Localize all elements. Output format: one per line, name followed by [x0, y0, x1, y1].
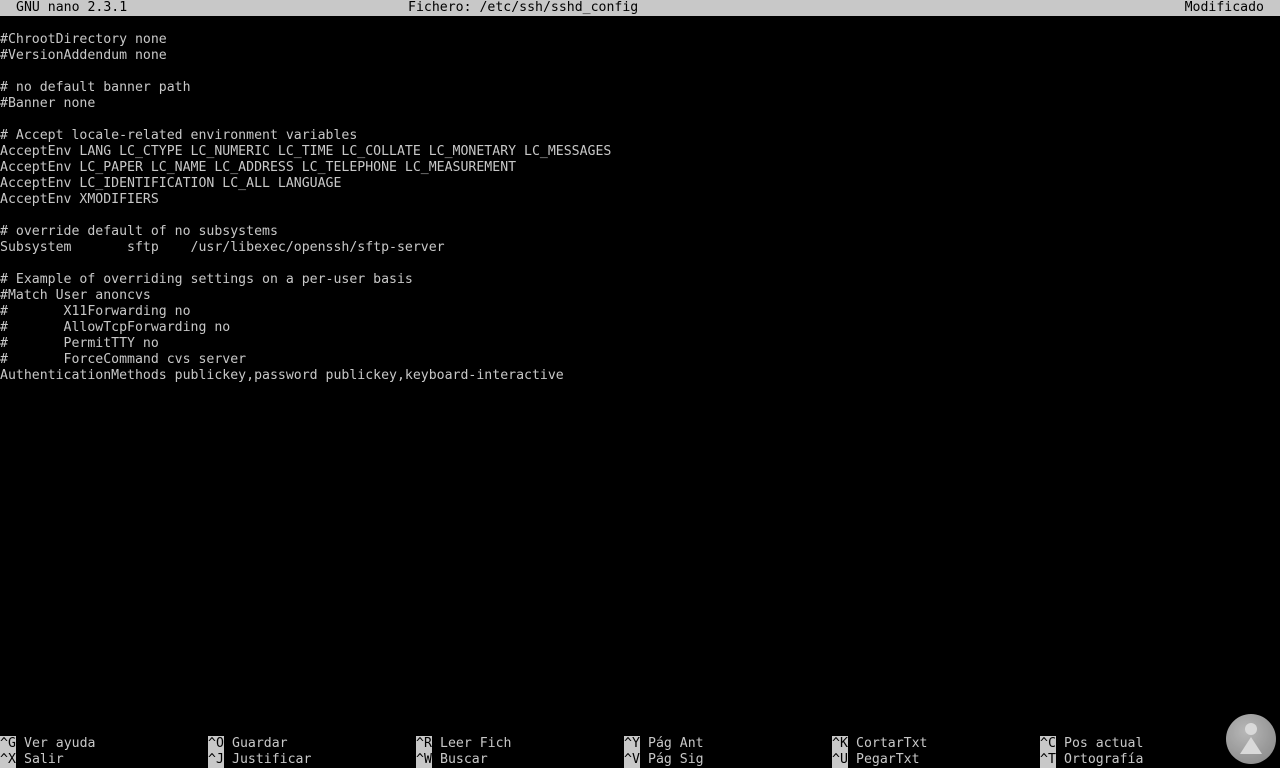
- shortcut-label: Ortografía: [1064, 752, 1144, 767]
- editor-line[interactable]: AcceptEnv LC_IDENTIFICATION LC_ALL LANGU…: [0, 176, 341, 192]
- shortcut-key: ^R: [416, 736, 432, 752]
- editor-line[interactable]: AcceptEnv LANG LC_CTYPE LC_NUMERIC LC_TI…: [0, 144, 611, 160]
- shortcut-key: ^C: [1040, 736, 1056, 752]
- title-bar: GNU nano 2.3.1 Fichero: /etc/ssh/sshd_co…: [0, 0, 1280, 16]
- shortcut-item[interactable]: ^O Guardar: [208, 736, 288, 752]
- shortcut-key: ^X: [0, 752, 16, 768]
- shortcut-label: Justificar: [232, 752, 312, 767]
- shortcut-key: ^O: [208, 736, 224, 752]
- shortcut-key: ^T: [1040, 752, 1056, 768]
- shortcut-label: Pos actual: [1064, 736, 1144, 751]
- shortcut-key: ^K: [832, 736, 848, 752]
- shortcut-item[interactable]: ^K CortarTxt: [832, 736, 927, 752]
- watermark-logo-icon: [1226, 714, 1276, 764]
- shortcut-item[interactable]: ^Y Pág Ant: [624, 736, 704, 752]
- shortcut-label: Guardar: [232, 736, 288, 751]
- shortcut-key: ^G: [0, 736, 16, 752]
- editor-line[interactable]: # X11Forwarding no: [0, 304, 191, 320]
- editor-line[interactable]: AcceptEnv LC_PAPER LC_NAME LC_ADDRESS LC…: [0, 160, 516, 176]
- editor-line[interactable]: # PermitTTY no: [0, 336, 159, 352]
- editor-line[interactable]: AcceptEnv XMODIFIERS: [0, 192, 159, 208]
- editor-line[interactable]: #ChrootDirectory none: [0, 32, 167, 48]
- modified-status: Modificado: [1184, 0, 1264, 15]
- app-version: GNU nano 2.3.1: [16, 0, 128, 15]
- shortcut-label: Pág Ant: [648, 736, 704, 751]
- editor-line[interactable]: #Match User anoncvs: [0, 288, 151, 304]
- shortcut-label: PegarTxt: [856, 752, 920, 767]
- editor-line[interactable]: # override default of no subsystems: [0, 224, 278, 240]
- editor-line[interactable]: # ForceCommand cvs server: [0, 352, 246, 368]
- shortcut-key: ^U: [832, 752, 848, 768]
- shortcut-label: Ver ayuda: [24, 736, 96, 751]
- shortcut-label: Salir: [24, 752, 64, 767]
- shortcut-key: ^Y: [624, 736, 640, 752]
- shortcut-label: Pág Sig: [648, 752, 704, 767]
- shortcut-item[interactable]: ^G Ver ayuda: [0, 736, 95, 752]
- shortcut-key: ^J: [208, 752, 224, 768]
- editor-line[interactable]: #Banner none: [0, 96, 95, 112]
- shortcut-label: Buscar: [440, 752, 488, 767]
- shortcut-item[interactable]: ^U PegarTxt: [832, 752, 920, 768]
- editor-line[interactable]: # AllowTcpForwarding no: [0, 320, 230, 336]
- shortcut-item[interactable]: ^W Buscar: [416, 752, 488, 768]
- shortcut-key: ^V: [624, 752, 640, 768]
- editor-line[interactable]: Subsystem sftp /usr/libexec/openssh/sftp…: [0, 240, 445, 256]
- shortcut-item[interactable]: ^V Pág Sig: [624, 752, 704, 768]
- editor-line[interactable]: # no default banner path: [0, 80, 191, 96]
- shortcut-label: CortarTxt: [856, 736, 928, 751]
- editor-line[interactable]: # Example of overriding settings on a pe…: [0, 272, 413, 288]
- shortcut-item[interactable]: ^C Pos actual: [1040, 736, 1143, 752]
- shortcut-key: ^W: [416, 752, 432, 768]
- editor-area[interactable]: #ChrootDirectory none #VersionAddendum no…: [0, 32, 1280, 688]
- shortcut-item[interactable]: ^R Leer Fich: [416, 736, 511, 752]
- shortcut-item[interactable]: ^J Justificar: [208, 752, 311, 768]
- editor-line[interactable]: #VersionAddendum none: [0, 48, 167, 64]
- shortcut-item[interactable]: ^T Ortografía: [1040, 752, 1143, 768]
- shortcut-label: Leer Fich: [440, 736, 512, 751]
- editor-line[interactable]: # Accept locale-related environment vari…: [0, 128, 357, 144]
- editor-line[interactable]: AuthenticationMethods publickey,password…: [0, 368, 564, 384]
- shortcut-bar: ^G Ver ayuda ^O Guardar ^R Leer Fich ^Y Pág Ant…: [0, 736, 1280, 768]
- shortcut-item[interactable]: ^X Salir: [0, 752, 64, 768]
- file-name: Fichero: /etc/ssh/sshd_config: [408, 0, 639, 15]
